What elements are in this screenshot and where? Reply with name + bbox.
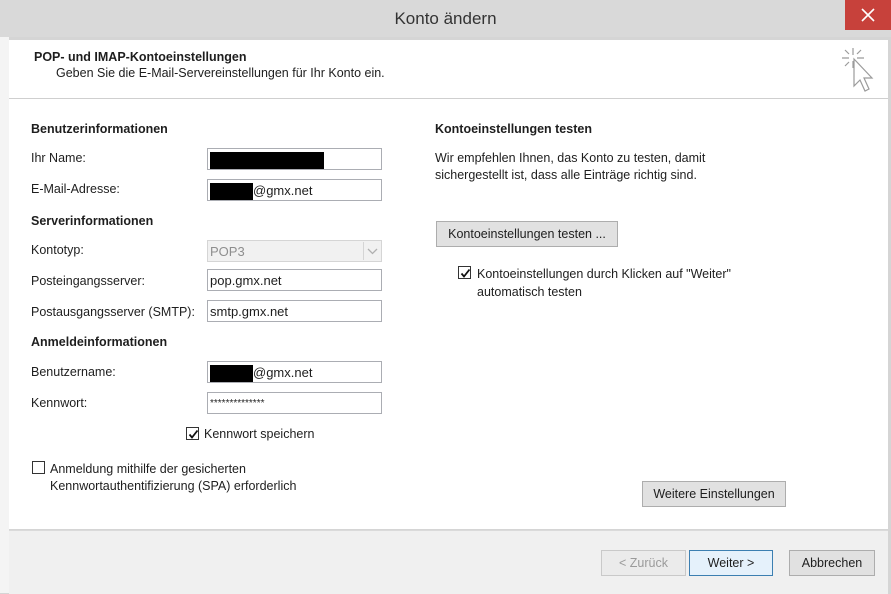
spa-label-line1[interactable]: Anmeldung mithilfe der gesicherten <box>50 462 246 476</box>
test-account-settings-button[interactable]: Kontoeinstellungen testen ... <box>436 221 618 247</box>
header-title: POP- und IMAP-Kontoeinstellungen <box>34 50 247 64</box>
remember-password-checkbox[interactable] <box>186 427 199 440</box>
auto-test-label-line1[interactable]: Kontoeinstellungen durch Klicken auf "We… <box>477 267 731 281</box>
email-label: E-Mail-Adresse: <box>31 182 120 196</box>
header-subtitle: Geben Sie die E-Mail-Servereinstellungen… <box>56 66 385 80</box>
background-window-strip <box>0 37 9 593</box>
test-description-line2: sichergestellt ist, dass alle Einträge r… <box>435 168 697 182</box>
back-button: < Zurück <box>601 550 686 576</box>
incoming-server-field[interactable]: pop.gmx.net <box>207 269 382 291</box>
password-label: Kennwort: <box>31 396 88 410</box>
dialog-header: POP- und IMAP-Kontoeinstellungen Geben S… <box>9 40 888 99</box>
redaction-block <box>210 183 253 200</box>
redaction-block <box>210 152 324 169</box>
account-type-select: POP3 <box>207 240 382 262</box>
checkmark-icon <box>188 429 199 439</box>
username-label: Benutzername: <box>31 365 116 379</box>
close-button[interactable] <box>845 0 891 30</box>
test-description-line1: Wir empfehlen Ihnen, das Konto zu testen… <box>435 151 706 165</box>
account-type-label: Kontotyp: <box>31 243 84 257</box>
test-settings-heading: Kontoeinstellungen testen <box>435 122 592 136</box>
incoming-server-label: Posteingangsserver: <box>31 274 145 288</box>
outgoing-server-field[interactable]: smtp.gmx.net <box>207 300 382 322</box>
outgoing-server-label: Postausgangsserver (SMTP): <box>31 305 195 319</box>
password-field[interactable]: ************** <box>207 392 382 414</box>
auto-test-label-line2[interactable]: automatisch testen <box>477 285 582 299</box>
cancel-button[interactable]: Abbrechen <box>789 550 875 576</box>
username-field[interactable]: @gmx.net <box>207 361 382 383</box>
auto-test-checkbox[interactable] <box>458 266 471 279</box>
wizard-cursor-icon <box>842 48 874 92</box>
remember-password-label[interactable]: Kennwort speichern <box>204 427 314 441</box>
window-title: Konto ändern <box>394 9 497 28</box>
username-suffix: @gmx.net <box>253 365 313 380</box>
name-label: Ihr Name: <box>31 151 86 165</box>
name-field[interactable] <box>207 148 382 170</box>
chevron-down-icon <box>363 242 381 260</box>
spa-label-line2[interactable]: Kennwortauthentifizierung (SPA) erforder… <box>50 479 296 493</box>
user-info-heading: Benutzerinformationen <box>31 122 168 136</box>
login-info-heading: Anmeldeinformationen <box>31 335 168 349</box>
server-info-heading: Serverinformationen <box>31 214 154 228</box>
more-settings-button[interactable]: Weitere Einstellungen <box>642 481 786 507</box>
next-button[interactable]: Weiter > <box>689 550 773 576</box>
close-icon <box>861 8 875 22</box>
spa-checkbox[interactable] <box>32 461 45 474</box>
account-type-value: POP3 <box>210 244 245 259</box>
email-suffix: @gmx.net <box>253 183 313 198</box>
redaction-block <box>210 365 253 382</box>
checkmark-icon <box>460 268 471 278</box>
email-field[interactable]: @gmx.net <box>207 179 382 201</box>
